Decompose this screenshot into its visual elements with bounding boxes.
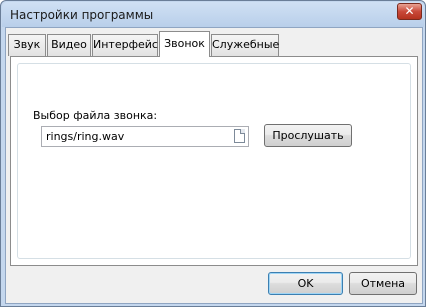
close-button[interactable]: ✕ [397,3,422,20]
window-title: Настройки программы [10,8,154,22]
tab-label: Видео [51,38,87,51]
ring-file-field[interactable]: rings/ring.wav [41,126,249,147]
dialog-client-area: Звук Видео Интерфейс Звонок Служебные Вы… [5,27,423,304]
tab-label: Звонок [164,37,205,50]
tab-label: Интерфейс [93,38,158,51]
tab-service[interactable]: Служебные [211,34,279,56]
title-bar[interactable]: Настройки программы ✕ [2,2,424,27]
tab-video[interactable]: Видео [47,34,91,56]
ring-groupbox [17,63,411,259]
cancel-button[interactable]: Отмена [349,272,417,295]
tab-label: Служебные [212,38,280,51]
tab-interface[interactable]: Интерфейс [92,34,158,56]
settings-window: Настройки программы ✕ Звук Видео Интерфе… [0,0,426,307]
close-icon: ✕ [404,4,415,18]
file-browse-icon[interactable] [234,129,245,143]
ok-button[interactable]: OK [268,272,343,295]
ring-file-label: Выбор файла звонка: [33,109,158,122]
tab-ring[interactable]: Звонок [159,31,210,57]
listen-button[interactable]: Прослушать [264,124,352,147]
tab-label: Звук [13,38,41,51]
tab-sound[interactable]: Звук [8,34,46,56]
ring-tab-panel: Выбор файла звонка: rings/ring.wav Просл… [10,56,418,266]
